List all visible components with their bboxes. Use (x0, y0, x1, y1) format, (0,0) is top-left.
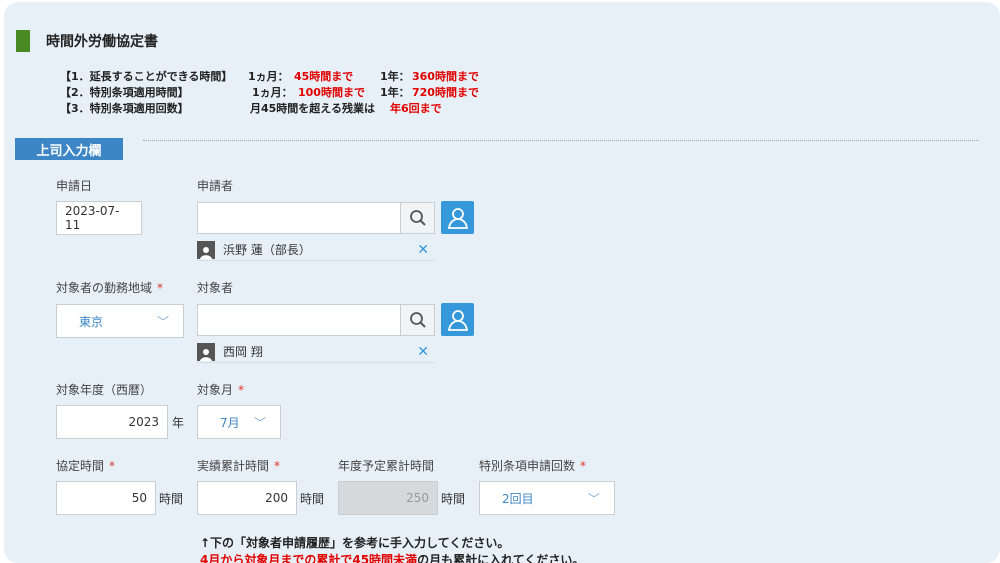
applicant-search-button[interactable] (401, 202, 435, 234)
target-year-input[interactable]: 2023 (56, 405, 168, 439)
search-icon (409, 210, 426, 226)
work-region-select[interactable]: 東京 ﹀ (56, 304, 184, 338)
actual-hours-label: 実績累計時間 * (197, 459, 281, 473)
user-icon (447, 309, 468, 331)
applicant-label: 申請者 (197, 179, 234, 193)
target-month-value: 7月 (220, 415, 240, 430)
target-person-name: 西岡 翔 (223, 345, 263, 359)
special-count-select[interactable]: 2回目 ﹀ (479, 481, 615, 515)
rule-yearly-prefix: 1年： (380, 70, 410, 83)
target-person-search-button[interactable] (401, 304, 435, 336)
target-month-label: 対象月 * (197, 383, 245, 397)
rule-monthly-value: 45時間まで (294, 70, 354, 83)
user-icon (447, 207, 468, 229)
rule-label: 【3．特別条項適用回数】 (60, 102, 189, 115)
application-date-label: 申請日 (56, 179, 93, 193)
work-region-value: 東京 (79, 314, 104, 329)
actual-hours-unit: 時間 (300, 492, 325, 506)
chevron-down-icon: ﹀ (587, 491, 600, 506)
agreed-hours-unit: 時間 (159, 492, 184, 506)
target-year-label: 対象年度（西暦） (56, 383, 153, 397)
rule-monthly-prefix: 1ヵ月： (248, 70, 289, 83)
instruction-note: ↑下の「対象者申請履歴」を参考に手入力してください。 (200, 536, 510, 550)
rule-label: 【1．延長することができる時間】 (60, 70, 233, 83)
rule-yearly-value: 360時間まで (412, 70, 479, 83)
section-title: 時間外労働協定書 (46, 34, 158, 50)
search-icon (409, 312, 426, 328)
rule-count-value: 年6回まで (390, 102, 442, 115)
close-icon[interactable]: ✕ (417, 344, 429, 360)
planned-hours-input: 250 (338, 481, 438, 515)
applicant-name: 浜野 蓮（部長） (223, 243, 311, 257)
target-person-input[interactable] (197, 304, 401, 336)
chevron-down-icon: ﹀ (253, 415, 266, 430)
section-header: 時間外労働協定書 (16, 30, 158, 52)
special-count-label: 特別条項申請回数 * (479, 459, 587, 473)
rule-monthly-value: 100時間まで (298, 86, 365, 99)
section-marker (16, 30, 30, 52)
applicant-input[interactable] (197, 202, 401, 234)
instruction-note-2: 4月から対象月までの累計で45時間未満の月も累計に入れてください。 (200, 553, 585, 563)
form-panel: 時間外労働協定書 【1．延長することができる時間】 1ヵ月： 45時間まで 1年… (4, 2, 1000, 563)
applicant-user-button[interactable] (441, 201, 474, 234)
target-month-select[interactable]: 7月 ﹀ (197, 405, 281, 439)
person-icon (197, 342, 215, 361)
agreed-hours-label: 協定時間 * (56, 459, 116, 473)
special-count-value: 2回目 (502, 491, 534, 506)
divider (143, 140, 979, 141)
rule-yearly-prefix: 1年： (380, 86, 410, 99)
close-icon[interactable]: ✕ (417, 242, 429, 258)
target-person-user-button[interactable] (441, 303, 474, 336)
planned-hours-unit: 時間 (441, 492, 466, 506)
work-region-label: 対象者の勤務地域 * (56, 281, 164, 295)
rule-count-prefix: 月45時間を超える残業は (250, 102, 375, 115)
target-person-selected-chip: 西岡 翔 ✕ (197, 341, 435, 363)
chevron-down-icon: ﹀ (156, 314, 169, 329)
actual-hours-input[interactable]: 200 (197, 481, 297, 515)
rule-label: 【2．特別条項適用時間】 (60, 86, 189, 99)
person-icon (197, 240, 215, 259)
boss-section-label: 上司入力欄 (15, 138, 123, 160)
agreed-hours-input[interactable]: 50 (56, 481, 156, 515)
target-year-unit: 年 (172, 416, 185, 430)
rule-monthly-prefix: 1ヵ月： (252, 86, 293, 99)
target-person-label: 対象者 (197, 281, 234, 295)
rule-yearly-value: 720時間まで (412, 86, 479, 99)
applicant-selected-chip: 浜野 蓮（部長） ✕ (197, 239, 435, 261)
planned-hours-label: 年度予定累計時間 (338, 459, 435, 473)
application-date-input[interactable]: 2023-07-11 (56, 201, 142, 235)
